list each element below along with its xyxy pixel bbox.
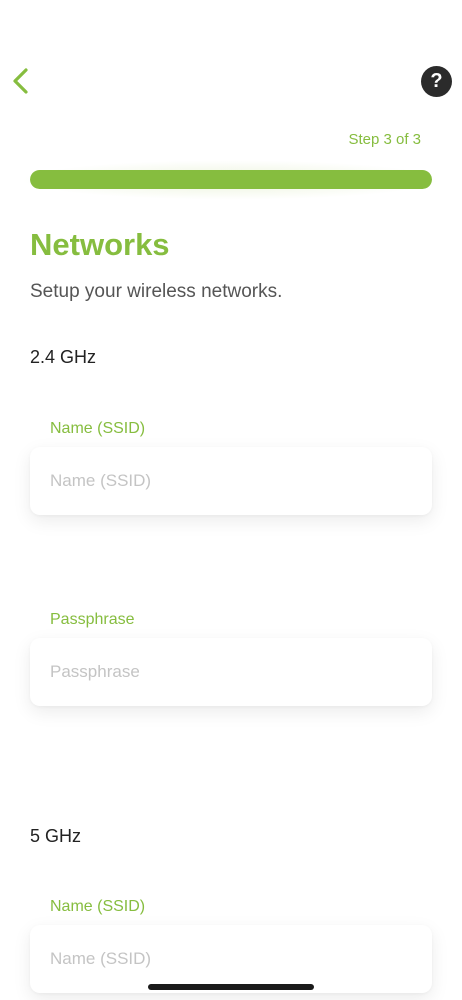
ssid-5ghz-field [30, 925, 432, 993]
back-button[interactable] [6, 64, 38, 98]
passphrase-2-4ghz-field [30, 638, 432, 706]
passphrase-2-4ghz-label: Passphrase [50, 611, 135, 628]
page-title: Networks [30, 227, 170, 262]
progress-bar [30, 170, 432, 189]
progress-bar-fill [30, 170, 432, 189]
section-heading-2-4ghz: 2.4 GHz [30, 347, 97, 367]
chevron-left-icon [13, 68, 28, 94]
home-indicator[interactable] [148, 984, 314, 990]
header-bar: ? [0, 0, 462, 120]
ssid-5ghz-input[interactable] [50, 925, 410, 993]
passphrase-2-4ghz-input[interactable] [50, 638, 410, 706]
section-heading-5ghz: 5 GHz [30, 826, 82, 846]
page-subtitle: Setup your wireless networks. [30, 281, 283, 302]
ssid-2-4ghz-field [30, 447, 432, 515]
ssid-5ghz-label: Name (SSID) [50, 898, 146, 915]
step-indicator: Step 3 of 3 [348, 131, 421, 148]
help-button[interactable]: ? [421, 66, 452, 97]
ssid-2-4ghz-input[interactable] [50, 447, 410, 515]
ssid-2-4ghz-label: Name (SSID) [50, 420, 146, 437]
question-mark-icon: ? [430, 70, 443, 92]
